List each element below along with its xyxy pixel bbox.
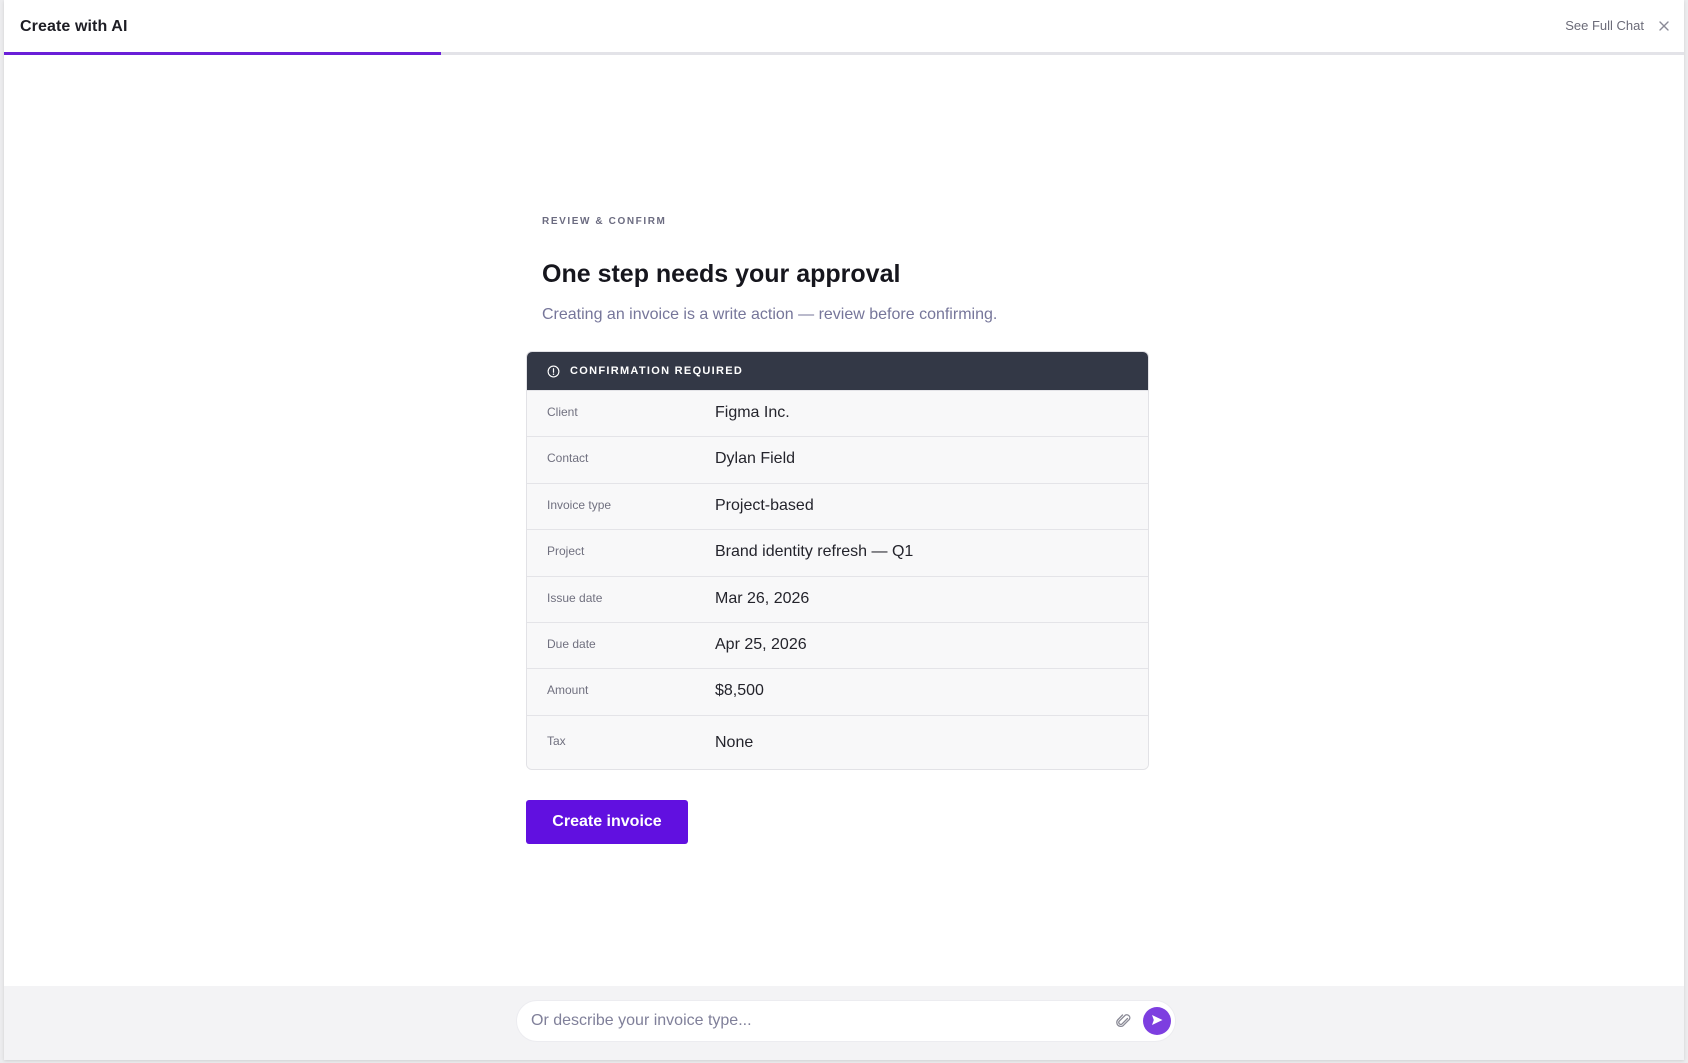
detail-row-project: Project Brand identity refresh — Q1 — [527, 529, 1148, 576]
detail-row-issue-date: Issue date Mar 26, 2026 — [527, 575, 1148, 622]
detail-value: Mar 26, 2026 — [715, 589, 810, 607]
info-icon — [547, 365, 560, 378]
detail-value: Brand identity refresh — Q1 — [715, 543, 914, 561]
create-invoice-button[interactable]: Create invoice — [526, 800, 688, 844]
detail-row-contact: Contact Dylan Field — [527, 436, 1148, 483]
detail-row-client: Client Figma Inc. — [527, 390, 1148, 437]
dialog-header: Create with AI See Full Chat — [4, 0, 1684, 56]
confirmation-card: CONFIRMATION REQUIRED Client Figma Inc. … — [526, 351, 1149, 770]
ai-dialog: Create with AI See Full Chat REVIEW & CO… — [4, 0, 1684, 1060]
detail-label: Issue date — [547, 590, 603, 605]
confirmation-card-title: CONFIRMATION REQUIRED — [570, 365, 744, 377]
composer-bar — [4, 986, 1684, 1060]
section-eyebrow: REVIEW & CONFIRM — [542, 216, 667, 227]
send-icon — [1150, 1013, 1164, 1030]
detail-value: Apr 25, 2026 — [715, 635, 807, 653]
detail-label: Project — [547, 544, 585, 559]
detail-row-amount: Amount $8,500 — [527, 668, 1148, 715]
detail-value: Dylan Field — [715, 450, 796, 468]
detail-row-invoice-type: Invoice type Project-based — [527, 482, 1148, 530]
progress-bar — [4, 52, 1684, 55]
close-icon[interactable] — [1656, 18, 1672, 34]
detail-label: Client — [547, 405, 578, 419]
detail-row-due-date: Due date Apr 25, 2026 — [527, 621, 1148, 669]
paperclip-icon[interactable] — [1115, 1012, 1133, 1030]
composer — [516, 1000, 1176, 1042]
page-title: One step needs your approval — [542, 260, 901, 288]
detail-value: Project-based — [715, 496, 814, 514]
detail-label: Invoice type — [547, 497, 612, 512]
detail-value: Figma Inc. — [715, 404, 790, 421]
progress-fill — [4, 52, 441, 55]
page-subtitle: Creating an invoice is a write action — … — [542, 306, 998, 323]
detail-label: Contact — [547, 451, 589, 466]
detail-row-tax: Tax None — [527, 714, 1148, 769]
detail-value: None — [715, 733, 754, 751]
send-button[interactable] — [1143, 1007, 1171, 1035]
detail-label: Tax — [547, 733, 566, 748]
chat-input[interactable] — [531, 1001, 1091, 1041]
see-full-chat-link[interactable]: See Full Chat — [1565, 18, 1644, 33]
confirmation-card-header: CONFIRMATION REQUIRED — [527, 352, 1148, 390]
dialog-title: Create with AI — [20, 18, 128, 35]
detail-label: Amount — [547, 683, 589, 698]
detail-value: $8,500 — [715, 682, 764, 700]
detail-label: Due date — [547, 636, 596, 651]
